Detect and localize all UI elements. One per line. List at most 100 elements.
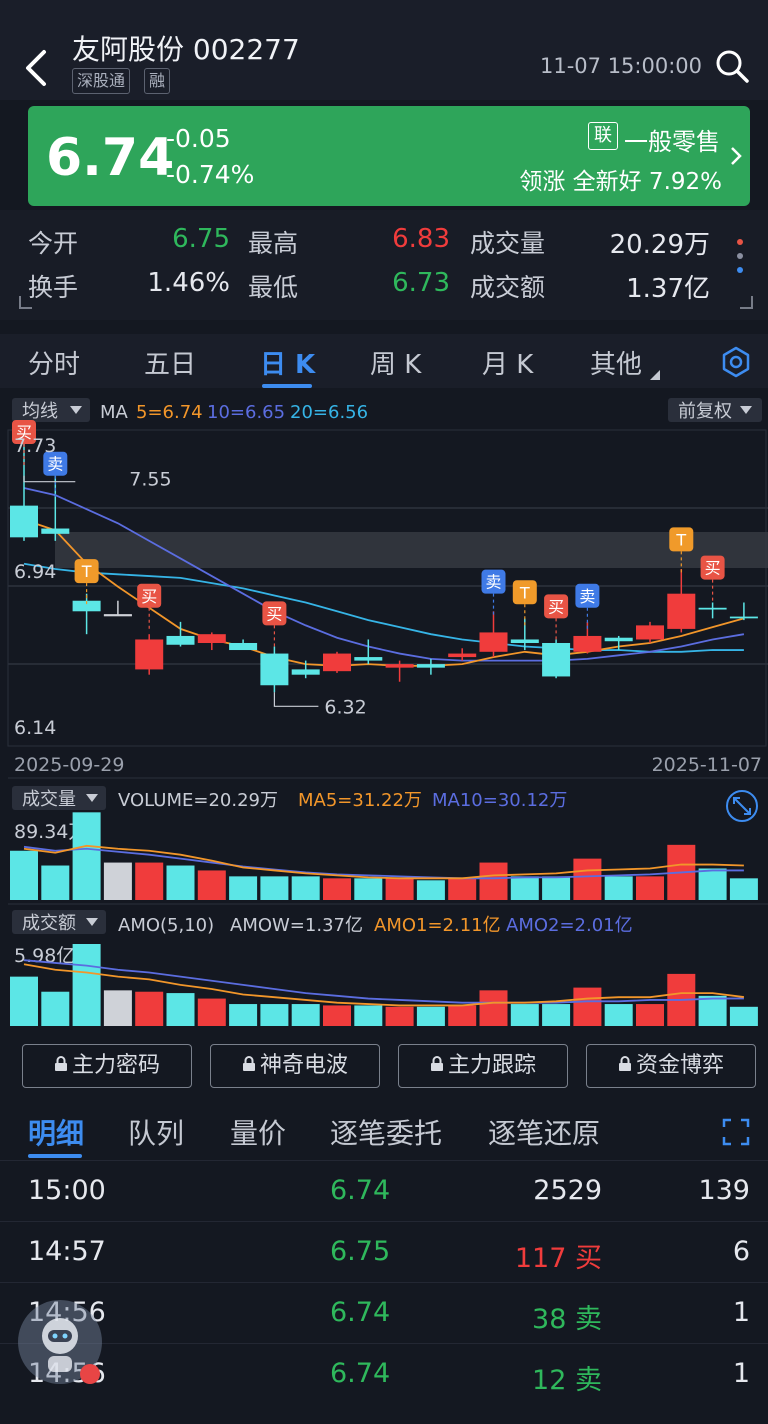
tab-volume-price[interactable]: 量价 xyxy=(230,1112,286,1152)
sub-bar xyxy=(479,990,508,1026)
kline-chart[interactable]: 均线 MA 5=6.74 10=6.65 20=6.56 前复权 买卖T买买卖T… xyxy=(0,390,768,1030)
amount-value: 1.37亿 xyxy=(626,274,710,304)
fullscreen-icon[interactable] xyxy=(722,1118,750,1146)
lock-icon xyxy=(54,1056,67,1071)
tab-detail[interactable]: 明细 xyxy=(28,1112,84,1152)
tab-order-by-order[interactable]: 逐笔委托 xyxy=(330,1112,442,1152)
signal-text: 卖 xyxy=(579,587,595,606)
candle-body xyxy=(385,664,414,668)
tab-weekly-k[interactable]: 周 K xyxy=(370,344,421,381)
settings-gear-icon[interactable] xyxy=(720,346,752,378)
corner-mark-icon xyxy=(740,296,753,309)
candle-body xyxy=(542,642,571,677)
button-label: 主力密码 xyxy=(71,1053,160,1078)
assistant-avatar[interactable] xyxy=(18,1300,102,1384)
sub-bar xyxy=(354,1005,383,1026)
sub-bar xyxy=(510,1004,539,1026)
price-change: -0.05 xyxy=(166,124,231,153)
x-label-start: 2025-09-29 xyxy=(14,754,124,776)
tab-daily-k[interactable]: 日 K xyxy=(260,344,315,381)
sub-bar xyxy=(166,865,195,900)
trade-row: 14:56 6.74 38 卖1 xyxy=(0,1282,768,1344)
amount-selector-label: 成交额 xyxy=(22,913,76,934)
candle-body xyxy=(698,607,727,610)
signal-text: 买 xyxy=(548,597,564,616)
low-value: 6.73 xyxy=(392,268,450,298)
volume-selector-label: 成交量 xyxy=(22,789,76,810)
amo-label: AMO(5,10) xyxy=(118,915,214,936)
ma10-value: 10=6.65 xyxy=(207,402,285,423)
sub-bar xyxy=(636,1004,664,1026)
sub-bar xyxy=(10,850,38,900)
sub-bar xyxy=(291,876,320,900)
sub-bar xyxy=(260,876,289,900)
ma5-value: 5=6.74 xyxy=(136,402,203,423)
magic-wave-button[interactable]: 神奇电波 xyxy=(210,1044,380,1088)
ma20-value: 20=6.56 xyxy=(290,402,368,423)
candle-body xyxy=(604,637,633,642)
candle-body xyxy=(229,642,258,651)
trade-price: 6.75 xyxy=(330,1236,391,1267)
sub-bar xyxy=(291,1004,320,1026)
lock-icon xyxy=(618,1056,631,1071)
button-label: 资金博弈 xyxy=(635,1053,724,1078)
tab-other[interactable]: 其他 xyxy=(590,344,642,381)
button-label: 神奇电波 xyxy=(259,1053,348,1078)
open-label: 今开 xyxy=(28,229,79,258)
quote-banner[interactable]: 6.74 -0.05 -0.74% 联 一般零售 领涨 全新好 7.92% xyxy=(28,106,750,206)
sub-bar xyxy=(354,878,383,900)
candle-body xyxy=(260,653,289,686)
search-icon[interactable] xyxy=(714,48,750,84)
back-arrow-icon[interactable] xyxy=(22,48,52,88)
candle-body xyxy=(135,639,164,670)
sub-bar xyxy=(385,1006,414,1026)
sub-bar xyxy=(573,858,602,900)
y-label-mid: 6.94 xyxy=(14,561,56,583)
trade-time: 14:57 xyxy=(28,1236,106,1267)
button-label: 主力跟踪 xyxy=(447,1053,536,1078)
fund-game-button[interactable]: 资金博弈 xyxy=(586,1044,756,1088)
tab-intraday[interactable]: 分时 xyxy=(28,344,80,381)
candle-body xyxy=(510,639,539,643)
sub-bar xyxy=(448,1005,477,1026)
sub-bar xyxy=(197,870,226,900)
trade-count: 139 xyxy=(698,1175,750,1206)
main-force-tracking-button[interactable]: 主力跟踪 xyxy=(398,1044,568,1088)
resistance-band xyxy=(55,532,768,568)
sector-badge: 联 xyxy=(588,122,618,150)
tab-queue[interactable]: 队列 xyxy=(128,1112,184,1152)
sub-bar xyxy=(41,991,70,1026)
sub-bar xyxy=(103,862,132,900)
tab-monthly-k[interactable]: 月 K xyxy=(482,344,533,381)
sub-bar xyxy=(604,876,633,900)
sub-bar xyxy=(166,993,195,1026)
sub-bar xyxy=(729,1006,758,1026)
sub-bar xyxy=(323,878,351,900)
app-header: 友阿股份 002277 深股通 融 11-07 15:00:00 xyxy=(0,0,768,100)
trade-row: 15:00 6.74 2529 139 xyxy=(0,1160,768,1222)
trade-price: 6.74 xyxy=(330,1175,391,1206)
signal-text: T xyxy=(675,530,686,549)
candle-body xyxy=(166,635,195,645)
sub-bar xyxy=(698,995,727,1026)
open-value: 6.75 xyxy=(172,224,230,254)
tab-tick-replay[interactable]: 逐笔还原 xyxy=(488,1112,600,1152)
candle-body xyxy=(667,593,696,629)
candle-body xyxy=(41,528,70,534)
tab-five-day[interactable]: 五日 xyxy=(144,344,196,381)
trade-row: 14:57 6.75 117 买 6 xyxy=(0,1221,768,1283)
sub-bar xyxy=(197,998,226,1026)
ma-selector-label: 均线 xyxy=(22,401,58,422)
sub-bar xyxy=(416,880,445,900)
trade-price: 6.74 xyxy=(330,1297,391,1328)
low-label: 最低 xyxy=(248,273,299,302)
amount-label: 成交额 xyxy=(470,273,546,302)
trade-count: 1 xyxy=(732,1358,750,1389)
sub-bar xyxy=(416,1006,445,1026)
high-value: 6.83 xyxy=(392,224,450,254)
ma-label: MA xyxy=(100,402,129,423)
signal-text: T xyxy=(519,583,530,602)
sub-bar xyxy=(135,991,164,1026)
more-dots-icon[interactable] xyxy=(734,236,746,286)
main-force-code-button[interactable]: 主力密码 xyxy=(22,1044,192,1088)
